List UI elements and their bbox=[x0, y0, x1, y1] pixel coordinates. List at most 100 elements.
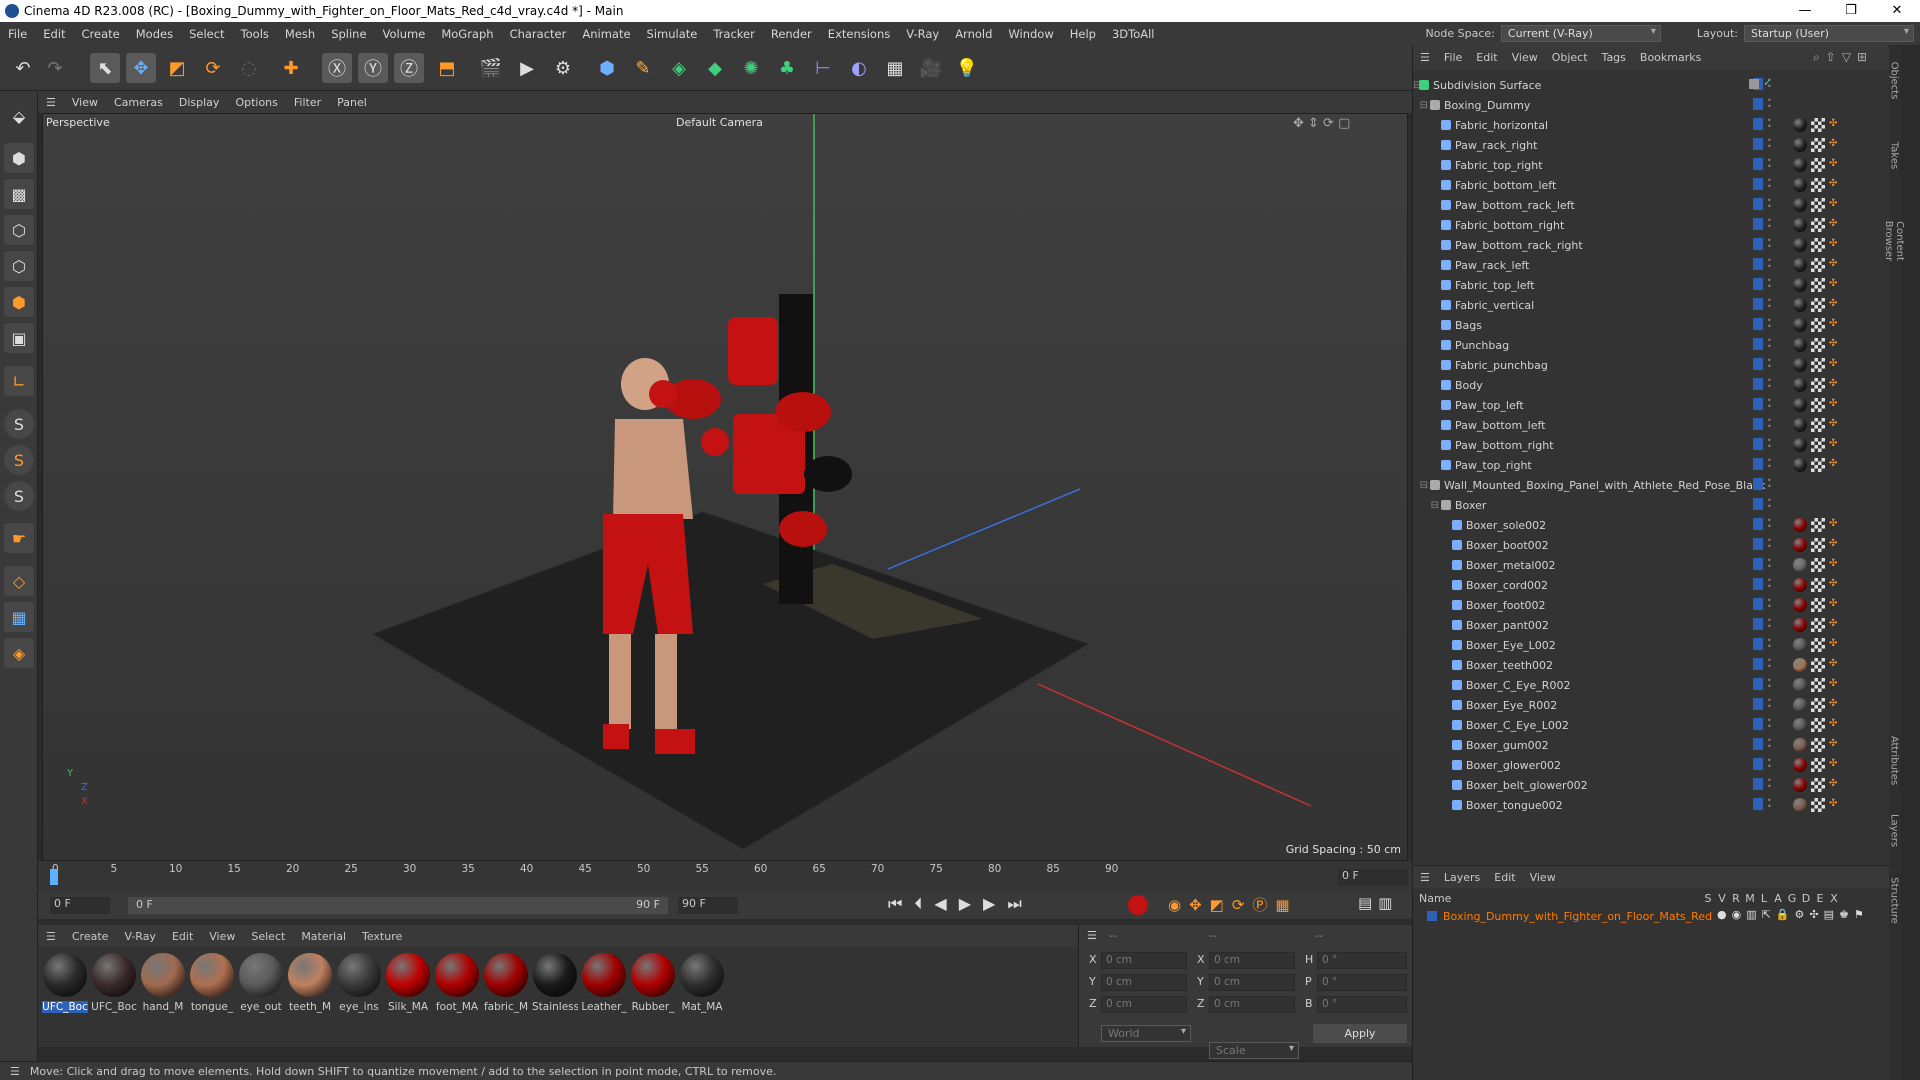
object-flags[interactable]: • • bbox=[1753, 477, 1777, 491]
material-preview-icon[interactable] bbox=[92, 953, 136, 997]
phong-tag-icon[interactable]: ✣ bbox=[1829, 519, 1839, 529]
uvw-tag-icon[interactable] bbox=[1811, 158, 1825, 172]
material-swatch[interactable]: fabric_M bbox=[483, 953, 529, 1013]
menu-select[interactable]: Select bbox=[181, 27, 232, 41]
layer-flag-icon[interactable] bbox=[1753, 178, 1763, 190]
side-tab-content-browser[interactable]: Content Browser bbox=[1883, 206, 1905, 276]
layer-flag-icon[interactable] bbox=[1753, 298, 1763, 310]
object-row[interactable]: Fabric_horizontal • • ✣ bbox=[1413, 115, 1889, 135]
object-name[interactable]: Boxer_teeth002 bbox=[1466, 659, 1553, 672]
timeline-ruler[interactable]: 051015202530354045505560657075808590 0 F bbox=[38, 861, 1412, 893]
material-tag-icon[interactable] bbox=[1793, 798, 1807, 812]
material-tag-icon[interactable] bbox=[1793, 358, 1807, 372]
material-tag-icon[interactable] bbox=[1793, 178, 1807, 192]
visibility-dots-icon[interactable]: • • bbox=[1767, 677, 1777, 691]
material-swatch[interactable]: tongue_ bbox=[189, 953, 235, 1013]
object-flags[interactable]: • • bbox=[1753, 157, 1777, 171]
uvw-tag-icon[interactable] bbox=[1811, 458, 1825, 472]
visibility-dots-icon[interactable]: • • bbox=[1767, 217, 1777, 231]
material-label[interactable]: Leather_ bbox=[581, 1001, 627, 1013]
material-swatch[interactable]: UFC_Boc bbox=[42, 953, 88, 1013]
object-row[interactable]: Bags • • ✣ bbox=[1413, 315, 1889, 335]
object-flags[interactable]: • • bbox=[1753, 737, 1777, 751]
maximize-button[interactable]: ❐ bbox=[1828, 0, 1874, 22]
object-row[interactable]: Boxer_gum002 • • ✣ bbox=[1413, 735, 1889, 755]
material-tag-icon[interactable] bbox=[1793, 518, 1807, 532]
layer-flag-icon[interactable] bbox=[1753, 118, 1763, 130]
render-settings-icon[interactable]: ⚙ bbox=[548, 53, 578, 83]
object-row[interactable]: Paw_rack_left • • ✣ bbox=[1413, 255, 1889, 275]
object-name[interactable]: Punchbag bbox=[1455, 339, 1509, 352]
live-select-icon[interactable]: ◌ bbox=[234, 53, 264, 83]
uvw-tag-icon[interactable] bbox=[1811, 778, 1825, 792]
material-label[interactable]: Mat_MA bbox=[679, 1001, 725, 1013]
workplane-icon[interactable]: ◇ bbox=[4, 566, 34, 596]
material-tag-icon[interactable] bbox=[1793, 678, 1807, 692]
material-menu-material[interactable]: Material bbox=[293, 930, 354, 943]
uvw-tag-icon[interactable] bbox=[1811, 698, 1825, 712]
layer-flag-icon[interactable] bbox=[1753, 738, 1763, 750]
visibility-dots-icon[interactable]: • • bbox=[1767, 617, 1777, 631]
material-menu-view[interactable]: View bbox=[201, 930, 243, 943]
layer-column-header[interactable]: V bbox=[1717, 892, 1727, 905]
floor-icon[interactable]: ▦ bbox=[880, 53, 910, 83]
material-label[interactable]: hand_M bbox=[140, 1001, 186, 1013]
material-label[interactable]: tongue_ bbox=[189, 1001, 235, 1013]
material-preview-icon[interactable] bbox=[680, 953, 724, 997]
layer-flag-icon[interactable] bbox=[1753, 378, 1763, 390]
material-preview-icon[interactable] bbox=[288, 953, 332, 997]
material-tag-icon[interactable] bbox=[1793, 618, 1807, 632]
material-label[interactable]: eye_out bbox=[238, 1001, 284, 1013]
material-tag-icon[interactable] bbox=[1793, 638, 1807, 652]
object-name[interactable]: Boxing_Dummy bbox=[1444, 99, 1530, 112]
layer-flag-icons[interactable]: ●◉▥⇱🔒⚙✣▤♚⚑ bbox=[1717, 908, 1869, 921]
object-flags[interactable]: • • bbox=[1753, 777, 1777, 791]
material-label[interactable]: UFC_Boc bbox=[42, 1001, 88, 1013]
uvw-tag-icon[interactable] bbox=[1811, 638, 1825, 652]
object-flags[interactable]: • • bbox=[1753, 537, 1777, 551]
material-preview-icon[interactable] bbox=[43, 953, 87, 997]
phong-tag-icon[interactable]: ✣ bbox=[1829, 339, 1839, 349]
object-flags[interactable]: • • bbox=[1753, 517, 1777, 531]
object-row[interactable]: Fabric_top_right • • ✣ bbox=[1413, 155, 1889, 175]
object-menu-tags[interactable]: Tags bbox=[1595, 51, 1633, 64]
object-row[interactable]: Boxer_sole002 • • ✣ bbox=[1413, 515, 1889, 535]
object-row[interactable]: Boxer_boot002 • • ✣ bbox=[1413, 535, 1889, 555]
polygon-mode-icon[interactable]: ⬢ bbox=[4, 287, 34, 317]
material-tag-icon[interactable] bbox=[1793, 318, 1807, 332]
layer-column-header[interactable]: L bbox=[1759, 892, 1769, 905]
material-preview-icon[interactable] bbox=[386, 953, 430, 997]
object-row[interactable]: Paw_bottom_left • • ✣ bbox=[1413, 415, 1889, 435]
layout-dropdown[interactable]: Startup (User) bbox=[1744, 25, 1914, 42]
layer-flag-icon[interactable] bbox=[1753, 258, 1763, 270]
material-tag-icon[interactable] bbox=[1793, 278, 1807, 292]
object-row[interactable]: Paw_bottom_right • • ✣ bbox=[1413, 435, 1889, 455]
object-name[interactable]: Paw_bottom_rack_right bbox=[1455, 239, 1583, 252]
object-flags[interactable]: • • bbox=[1753, 677, 1777, 691]
phong-tag-icon[interactable]: ✣ bbox=[1829, 679, 1839, 689]
uvw-tag-icon[interactable] bbox=[1811, 138, 1825, 152]
menu-tools[interactable]: Tools bbox=[233, 27, 277, 41]
coords-menu-icon[interactable]: ☰ bbox=[1087, 929, 1097, 942]
layer-flag-icon[interactable] bbox=[1753, 338, 1763, 350]
visibility-dots-icon[interactable]: • • bbox=[1767, 577, 1777, 591]
object-name[interactable]: Paw_bottom_left bbox=[1455, 419, 1545, 432]
subdivision-surface-icon[interactable]: ◈ bbox=[664, 53, 694, 83]
visibility-dots-icon[interactable]: • • bbox=[1767, 417, 1777, 431]
menu-modes[interactable]: Modes bbox=[128, 27, 181, 41]
object-flags[interactable]: • • bbox=[1753, 137, 1777, 151]
object-search-icons[interactable]: ⌕⇧▽⊞ bbox=[1813, 50, 1873, 65]
uvw-tag-icon[interactable] bbox=[1811, 218, 1825, 232]
uvw-tag-icon[interactable] bbox=[1811, 618, 1825, 632]
menu-window[interactable]: Window bbox=[1000, 27, 1061, 41]
object-menu-view[interactable]: View bbox=[1505, 51, 1545, 64]
edge-mode-icon[interactable]: ⬡ bbox=[4, 251, 34, 281]
rotate-tool-icon[interactable]: ⟳ bbox=[198, 53, 228, 83]
layer-flag-icon[interactable] bbox=[1753, 138, 1763, 150]
material-label[interactable]: fabric_M bbox=[483, 1001, 529, 1013]
object-row[interactable]: Boxer_C_Eye_R002 • • ✣ bbox=[1413, 675, 1889, 695]
layer-flag-icon[interactable] bbox=[1753, 238, 1763, 250]
visibility-dots-icon[interactable]: • • bbox=[1767, 117, 1777, 131]
object-name[interactable]: Boxer_C_Eye_R002 bbox=[1466, 679, 1570, 692]
light-icon[interactable]: 💡 bbox=[952, 53, 982, 83]
